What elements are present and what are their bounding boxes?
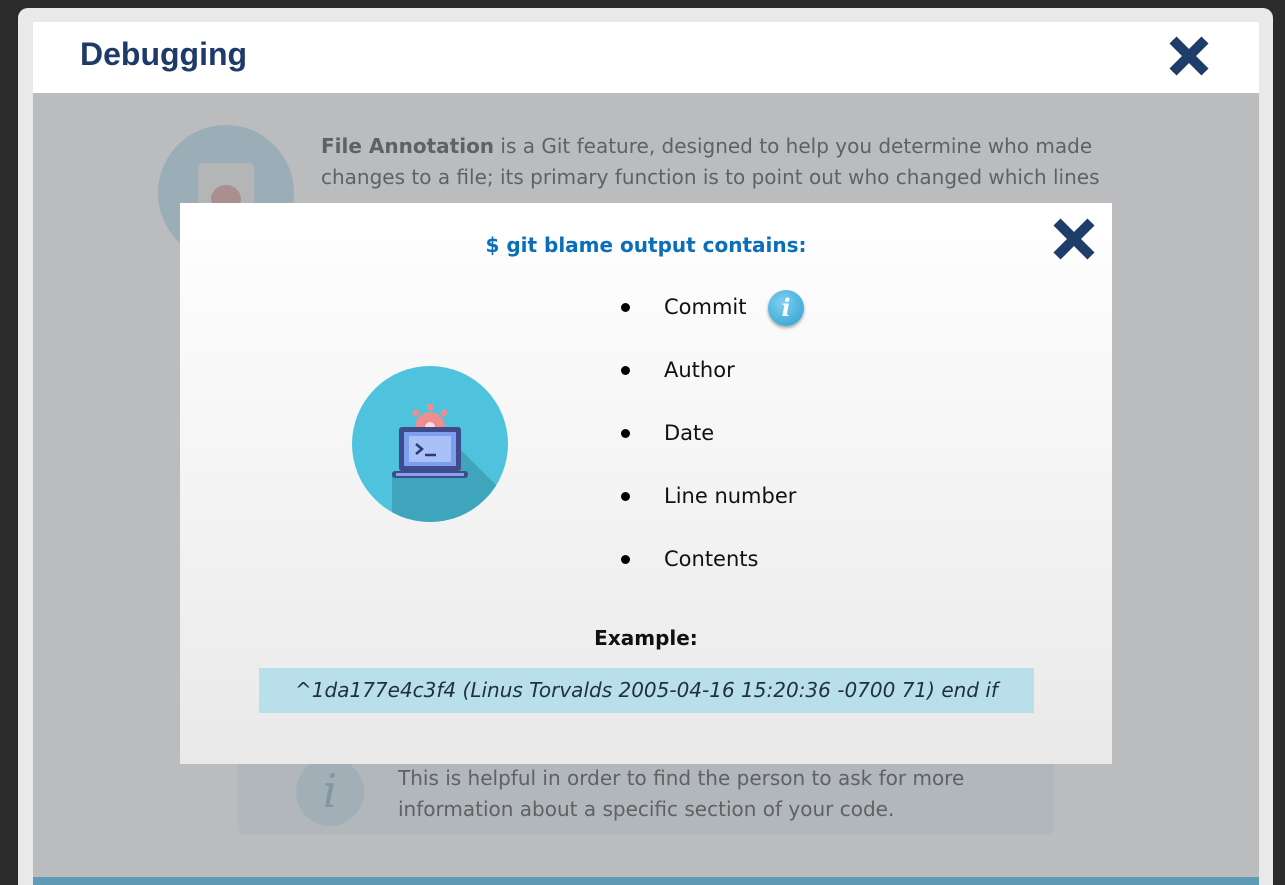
info-icon[interactable]: i <box>768 290 804 326</box>
laptop-terminal-gear-icon <box>352 366 508 522</box>
list-item-label: Author <box>664 358 735 382</box>
bullet-icon <box>621 366 630 375</box>
bullet-icon <box>621 303 630 312</box>
example-label: Example: <box>594 626 698 650</box>
modal-title: $ git blame output contains: <box>485 233 807 257</box>
list-item-label: Line number <box>664 484 797 508</box>
bullet-icon <box>621 492 630 501</box>
browser-top-bar <box>0 0 1285 8</box>
list-item-label: Commit <box>664 295 747 319</box>
window-title: Debugging <box>80 36 248 72</box>
window-header: Debugging <box>33 22 1259 93</box>
git-blame-modal: $ git blame output contains: Commit i Au… <box>180 203 1112 764</box>
close-icon[interactable] <box>1165 32 1213 80</box>
bullet-icon <box>621 555 630 564</box>
list-item-label: Date <box>664 421 715 445</box>
example-output: ^1da177e4c3f4 (Linus Torvalds 2005-04-16… <box>259 668 1034 713</box>
list-item-label: Contents <box>664 547 759 571</box>
bullet-icon <box>621 429 630 438</box>
